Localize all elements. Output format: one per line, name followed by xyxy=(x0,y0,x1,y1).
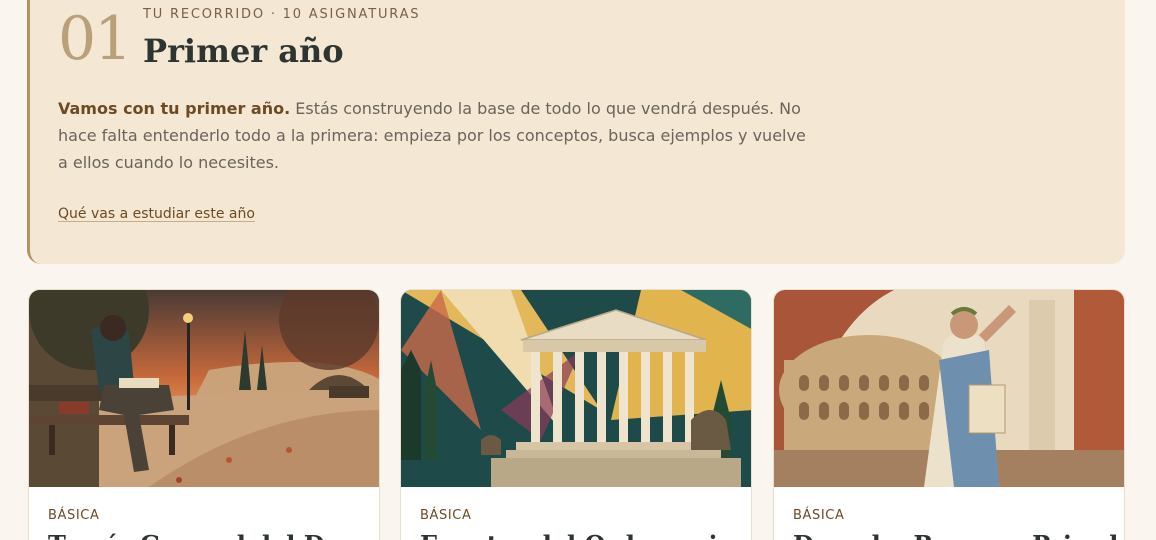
course-category-badge: BÁSICA xyxy=(420,508,472,523)
course-title: Fuentes del Ordenamiento xyxy=(420,530,751,540)
student-reading-park-illustration xyxy=(29,290,379,487)
course-card[interactable]: BÁSICA Derecho Romano Privado xyxy=(773,289,1125,540)
year-number: 01 xyxy=(58,4,132,74)
course-card[interactable]: BÁSICA Teoría General del Derecho xyxy=(28,289,380,540)
course-title: Teoría General del Derecho xyxy=(48,530,379,540)
year-hero: 01 TU RECORRIDO · 10 ASIGNATURAS Primer … xyxy=(27,0,1125,264)
course-card-grid: BÁSICA Teoría General del Derecho xyxy=(28,289,1126,540)
course-category-badge: BÁSICA xyxy=(48,508,100,523)
classical-courthouse-illustration xyxy=(401,290,751,487)
page-title: Primer año xyxy=(143,32,344,70)
hero-intro: Vamos con tu primer año. Estás construye… xyxy=(58,95,808,176)
course-title: Derecho Romano Privado xyxy=(793,530,1124,540)
hero-intro-lead: Vamos con tu primer año. xyxy=(58,99,291,118)
year-overview-link[interactable]: Qué vas a estudiar este año xyxy=(58,206,255,222)
roman-colosseum-orator-illustration xyxy=(774,290,1124,487)
course-category-badge: BÁSICA xyxy=(793,508,845,523)
hero-eyebrow: TU RECORRIDO · 10 ASIGNATURAS xyxy=(143,7,421,22)
course-card[interactable]: BÁSICA Fuentes del Ordenamiento xyxy=(400,289,752,540)
